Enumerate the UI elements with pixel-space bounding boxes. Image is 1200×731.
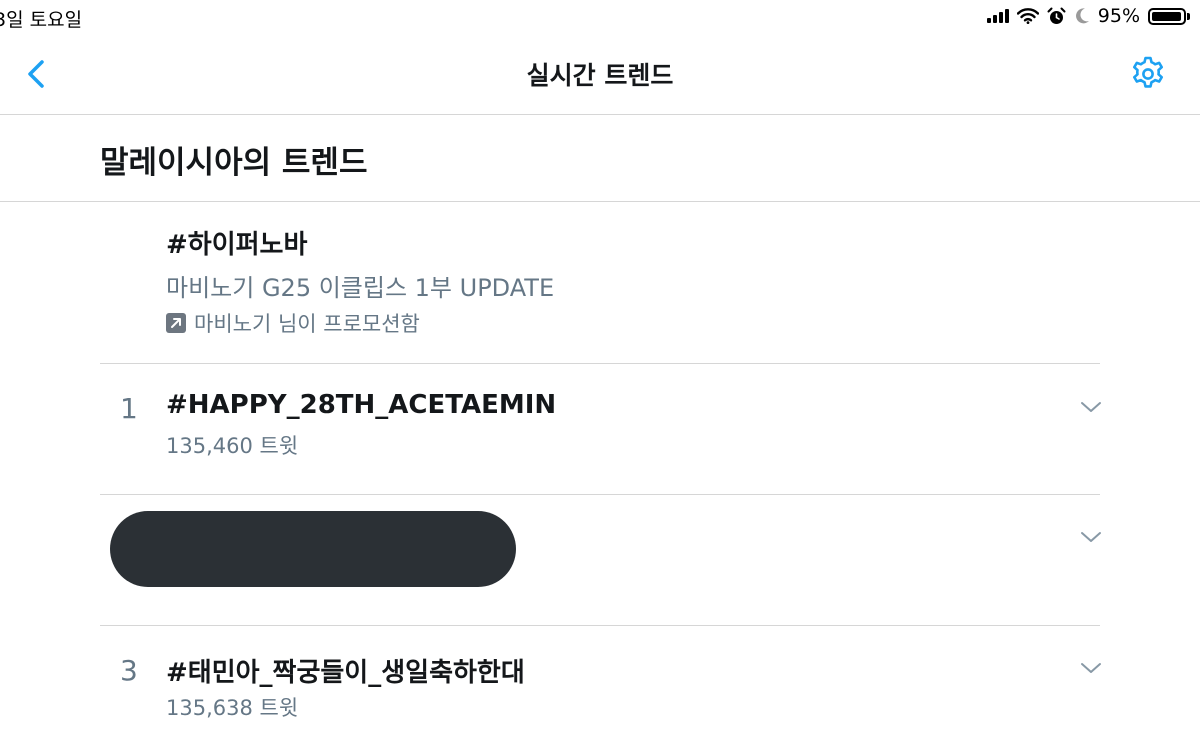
trend-item[interactable]: 3 #태민아_짝궁들이_생일축하한대 135,638 트윗 xyxy=(100,626,1101,731)
trend-rank: 3 xyxy=(120,654,138,687)
trend-name: #HAPPY_28TH_ACETAEMIN xyxy=(166,390,557,420)
battery-level xyxy=(1152,11,1181,21)
section-header: 말레이시아의 트렌드 xyxy=(0,115,1200,202)
status-time: 3일 토요일 xyxy=(0,9,83,31)
promoted-trend-item[interactable]: #하이퍼노바 마비노기 G25 이클립스 1부 UPDATE 마비노기 님이 프… xyxy=(100,202,1100,364)
navigation-bar: 실시간 트렌드 xyxy=(0,32,1200,115)
page-title: 실시간 트렌드 xyxy=(526,61,674,90)
gear-icon xyxy=(1133,56,1163,88)
section-title: 말레이시아의 트렌드 xyxy=(100,145,368,181)
trend-rank: 1 xyxy=(120,392,138,425)
chevron-down-icon[interactable] xyxy=(1078,399,1104,415)
cellular-signal-icon xyxy=(986,9,1009,23)
battery-percent: 95% xyxy=(1097,5,1140,27)
alarm-icon xyxy=(1047,7,1066,24)
trend-name: #하이퍼노바 xyxy=(166,230,308,260)
chevron-down-icon[interactable] xyxy=(1078,660,1104,676)
status-icons: 95% xyxy=(986,5,1190,27)
redaction-overlay xyxy=(110,511,516,587)
trend-description: 마비노기 G25 이클립스 1부 UPDATE xyxy=(166,274,555,302)
tweet-count: 135,460 트윗 xyxy=(166,434,299,458)
battery-icon xyxy=(1148,7,1190,25)
trend-item[interactable]: 1 #HAPPY_28TH_ACETAEMIN 135,460 트윗 xyxy=(100,364,1101,495)
promoted-by-text: 마비노기 님이 프로모션함 xyxy=(194,312,420,336)
status-bar: 3일 토요일 95% xyxy=(0,0,1200,32)
promoted-label: 마비노기 님이 프로모션함 xyxy=(166,308,420,338)
moon-icon xyxy=(1075,8,1089,24)
trend-item[interactable] xyxy=(100,495,1101,626)
trend-name: #태민아_짝궁들이_생일축하한대 xyxy=(166,658,525,688)
chevron-down-icon[interactable] xyxy=(1078,529,1104,545)
promoted-arrow-icon xyxy=(166,313,186,333)
settings-button[interactable] xyxy=(1126,52,1170,96)
wifi-icon xyxy=(1016,8,1039,24)
tweet-count: 135,638 트윗 xyxy=(166,696,299,720)
